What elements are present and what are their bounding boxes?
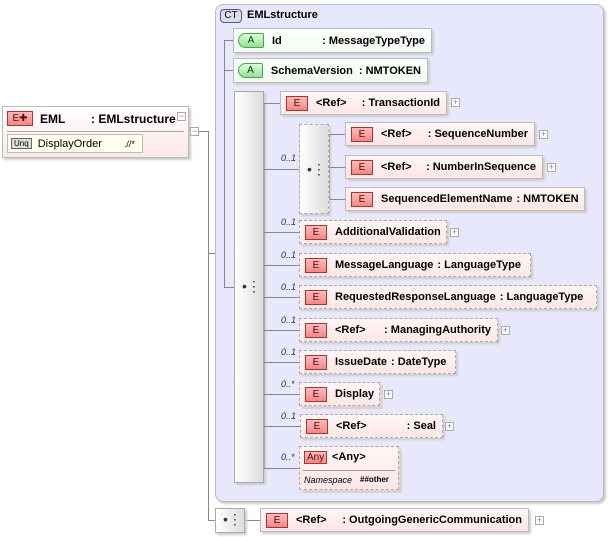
element-badge: E (305, 289, 327, 305)
element-transactionid[interactable]: E <Ref> : TransactionId (280, 91, 447, 115)
attribute-type: : NMTOKEN (358, 64, 421, 77)
element-type: : Seal (406, 420, 436, 432)
element-type: : NumberInSequence (425, 161, 536, 173)
element-badge: E (305, 322, 327, 338)
element-name: <Ref> (381, 161, 412, 173)
expand-icon[interactable]: + (450, 228, 459, 237)
attribute-badge: A (238, 33, 264, 48)
namespace-value: ##other (360, 475, 389, 484)
element-badge: E (351, 126, 373, 142)
element-requestedresponselanguage[interactable]: E RequestedResponseLanguage: LanguageType (299, 285, 597, 309)
element-type: : ManagingAuthority (384, 324, 491, 336)
cardinality: 0..* (281, 452, 295, 462)
attribute-schemaversion[interactable]: A SchemaVersion : NMTOKEN (233, 58, 428, 83)
element-badge: E✚ (7, 111, 33, 126)
element-badge: E (305, 257, 327, 273)
element-numberinsequence[interactable]: E <Ref> : NumberInSequence (345, 155, 543, 179)
element-badge: E (266, 512, 288, 528)
cardinality: 0..1 (281, 282, 297, 292)
sequence-icon: •⋮ (242, 278, 261, 294)
element-display[interactable]: E Display (299, 382, 380, 406)
root-name: EML (40, 112, 66, 126)
constraint-unique[interactable]: Unq DisplayOrder .//* (7, 134, 143, 153)
element-managingauthority[interactable]: E <Ref> : ManagingAuthority (299, 318, 498, 342)
element-outgoinggenericcommunication[interactable]: E <Ref> : OutgoingGenericCommunication (260, 508, 529, 532)
expand-icon[interactable]: + (451, 98, 460, 107)
namespace-label: Namespace (304, 475, 353, 485)
constraint-name: DisplayOrder (37, 137, 102, 150)
element-name: <Ref> (316, 97, 347, 109)
element-badge: E (305, 354, 327, 370)
constraint-selector: .//* (123, 138, 135, 149)
attribute-name: Id (272, 34, 282, 47)
cardinality: 0..* (281, 379, 295, 389)
unique-badge: Unq (11, 138, 32, 149)
element-badge: E (305, 224, 327, 240)
element-messagelanguage[interactable]: E MessageLanguage: LanguageType (299, 253, 531, 277)
attribute-badge: A (238, 63, 263, 78)
attribute-name: SchemaVersion (270, 64, 353, 77)
expand-icon[interactable]: + (384, 390, 393, 399)
element-additionalvalidation[interactable]: E AdditionalValidation (299, 220, 447, 244)
element-seal[interactable]: E <Ref> : Seal (300, 414, 443, 438)
any-name: <Any> (332, 451, 366, 463)
element-badge: E (305, 386, 327, 402)
element-type: : SequenceNumber (427, 128, 528, 140)
element-name: RequestedResponseLanguage (335, 291, 496, 303)
expand-icon[interactable]: + (501, 326, 510, 335)
element-badge: E (306, 418, 328, 434)
element-sequencenumber[interactable]: E <Ref> : SequenceNumber (345, 122, 535, 146)
expand-icon[interactable]: + (539, 130, 548, 139)
element-name: IssueDate (335, 356, 387, 368)
element-sequencedelementname[interactable]: E SequencedElementName: NMTOKEN (345, 187, 585, 211)
complex-type-badge: CT (220, 9, 242, 23)
element-name: <Ref> (296, 514, 327, 526)
element-type: : OutgoingGenericCommunication (342, 514, 522, 526)
cardinality: 0..1 (281, 153, 297, 163)
element-badge: E (286, 95, 308, 111)
cardinality: 0..1 (281, 347, 297, 357)
any-wildcard[interactable]: Any <Any> Namespace ##other (299, 446, 399, 490)
sequence-icon: •⋮ (307, 161, 326, 177)
expand-icon[interactable]: + (535, 516, 544, 525)
attribute-id[interactable]: A Id : MessageTypeType (233, 28, 432, 53)
element-name: AdditionalValidation (335, 226, 441, 238)
element-name: <Ref> (336, 420, 367, 432)
any-badge: Any (304, 451, 328, 464)
element-type: : NMTOKEN (516, 193, 579, 205)
element-name: Display (335, 388, 375, 400)
element-name: SequencedElementName (381, 193, 513, 205)
cardinality: 0..1 (281, 315, 297, 325)
cardinality: 0..1 (281, 250, 297, 260)
element-name: MessageLanguage (335, 259, 434, 271)
cardinality: 0..1 (281, 411, 297, 421)
root-element-eml[interactable]: E✚ EML : EMLstructure − Unq DisplayOrder… (2, 106, 189, 158)
attribute-type: : MessageTypeType (322, 34, 425, 47)
element-badge: E (351, 159, 373, 175)
element-type: : LanguageType (437, 259, 521, 271)
element-type: : TransactionId (361, 97, 440, 109)
expand-icon[interactable]: + (445, 422, 454, 431)
element-type: : DateType (390, 356, 447, 368)
element-badge: E (351, 191, 373, 207)
element-name: <Ref> (381, 128, 412, 140)
element-name: <Ref> (335, 324, 366, 336)
element-type: : LanguageType (499, 291, 584, 303)
complex-type-name: EMLstructure (247, 9, 318, 21)
expand-icon[interactable]: + (547, 163, 556, 172)
root-type: : EMLstructure (91, 112, 176, 126)
collapse-icon[interactable]: − (190, 127, 199, 136)
collapse-icon[interactable]: − (177, 112, 186, 121)
element-issuedate[interactable]: E IssueDate: DateType (299, 350, 456, 374)
cardinality: 0..1 (281, 217, 297, 227)
sequence-icon: •⋮ (223, 511, 242, 527)
